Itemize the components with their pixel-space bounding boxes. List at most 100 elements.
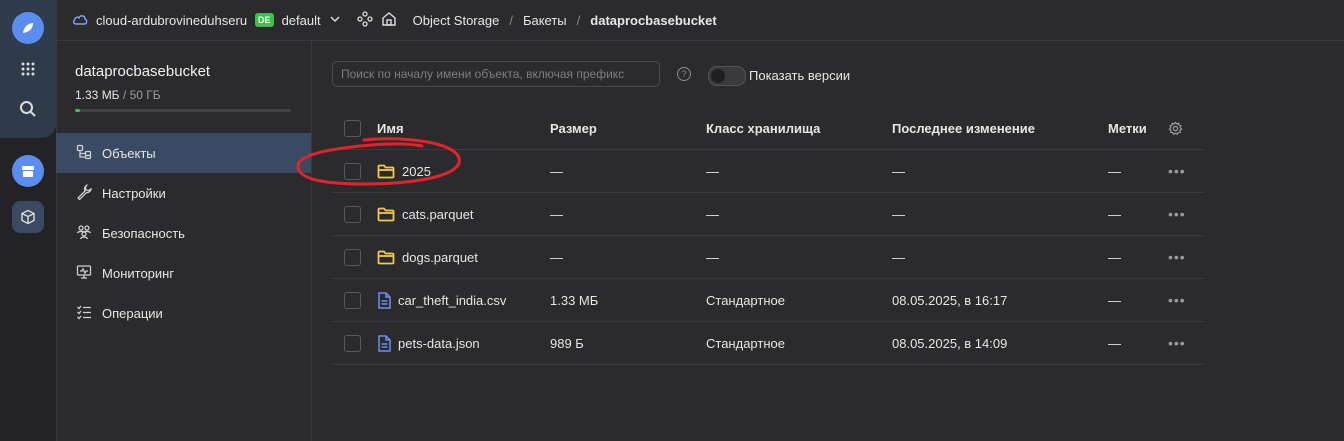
app-rail <box>0 0 57 441</box>
list-icon <box>76 304 92 323</box>
objects-main: ? Показать версии Имя Размер Класс храни… <box>312 41 1344 441</box>
row-name-cell[interactable]: cats.parquet <box>377 193 474 235</box>
row-actions-menu-icon[interactable]: ••• <box>1168 279 1186 321</box>
top-bar: cloud-ardubrovineduhseru DE default Obje… <box>56 0 1344 41</box>
services-grid-icon[interactable] <box>12 53 44 85</box>
bucket-title: dataprocbasebucket <box>75 63 211 80</box>
sidebar-item-operations[interactable]: Операции <box>56 293 311 333</box>
table-body: 2025 — — — — ••• cats.parquet — — — — ••• dogs.parqu… <box>332 150 1204 365</box>
object-name[interactable]: dogs.parquet <box>402 250 478 265</box>
row-actions-menu-icon[interactable]: ••• <box>1168 193 1186 235</box>
object-search-input[interactable] <box>332 61 660 87</box>
breadcrumb-separator: / <box>509 12 513 28</box>
breadcrumb-separator: / <box>576 12 581 28</box>
sidebar-item-label: Операции <box>102 305 163 321</box>
folder-icon <box>377 164 395 179</box>
cloud-name[interactable]: cloud-ardubrovineduhseru <box>96 13 247 28</box>
storage-service-icon[interactable] <box>12 155 44 187</box>
row-name-cell[interactable]: car_theft_india.csv <box>377 279 506 321</box>
row-name-cell[interactable]: 2025 <box>377 150 431 192</box>
table-row[interactable]: dogs.parquet — — — — ••• <box>332 236 1204 279</box>
row-checkbox[interactable] <box>344 248 361 266</box>
wrench-icon <box>76 183 92 203</box>
object-modified: 08.05.2025, в 16:17 <box>892 292 1008 308</box>
header-modified[interactable]: Последнее изменение <box>892 108 1035 149</box>
object-modified: 08.05.2025, в 14:09 <box>892 335 1008 351</box>
row-actions-menu-icon[interactable]: ••• <box>1168 150 1186 192</box>
search-icon[interactable] <box>12 93 44 125</box>
folder-badge: DE <box>255 13 274 27</box>
sidebar-item-label: Настройки <box>102 185 166 201</box>
chevron-down-icon[interactable] <box>329 13 341 28</box>
show-versions-label: Показать версии <box>749 68 851 83</box>
object-storage-class: — <box>706 163 719 179</box>
cloud-icon <box>72 13 88 28</box>
table-row[interactable]: car_theft_india.csv 1.33 МБ Стандартное 08.… <box>332 279 1204 322</box>
header-size[interactable]: Размер <box>550 108 597 149</box>
sidebar-item-label: Безопасность <box>102 225 185 241</box>
object-tags: — <box>1108 249 1121 265</box>
object-size: — <box>550 249 563 265</box>
header-class[interactable]: Класс хранилища <box>706 108 820 149</box>
row-checkbox[interactable] <box>344 291 361 309</box>
header-checkbox-cell <box>344 108 361 149</box>
sidebar-item-monitoring[interactable]: Мониторинг <box>56 253 311 293</box>
breadcrumb-buckets[interactable]: Бакеты <box>523 13 567 28</box>
breadcrumb-object-storage[interactable]: Object Storage <box>413 13 500 28</box>
sidebar-item-label: Объекты <box>102 145 156 161</box>
row-actions-menu-icon[interactable]: ••• <box>1168 322 1186 364</box>
usage-limit: / 50 ГБ <box>122 88 161 102</box>
object-name[interactable]: pets-data.json <box>398 336 480 351</box>
object-tags: — <box>1108 335 1121 351</box>
row-name-cell[interactable]: dogs.parquet <box>377 236 478 278</box>
row-name-cell[interactable]: pets-data.json <box>377 322 480 364</box>
sidebar-item-security[interactable]: Безопасность <box>56 213 311 253</box>
bucket-usage: 1.33 МБ / 50 ГБ <box>75 88 161 102</box>
row-checkbox-cell <box>344 193 361 235</box>
file-icon <box>377 291 391 309</box>
monitor-icon <box>76 264 92 283</box>
service-nodes-icon[interactable] <box>356 10 373 30</box>
help-icon[interactable]: ? <box>677 67 691 81</box>
sidebar-item-objects[interactable]: Объекты <box>56 133 311 173</box>
row-checkbox-cell <box>344 322 361 364</box>
cloud-logo-icon[interactable] <box>12 12 44 44</box>
home-icon[interactable] <box>381 11 397 30</box>
object-modified: — <box>892 206 905 222</box>
row-checkbox[interactable] <box>344 162 361 180</box>
object-name[interactable]: 2025 <box>402 164 431 179</box>
objects-icon <box>76 144 92 163</box>
object-size: — <box>550 206 563 222</box>
bucket-cube-icon[interactable] <box>12 201 44 233</box>
select-all-checkbox[interactable] <box>344 120 361 137</box>
row-checkbox-cell <box>344 236 361 278</box>
toggle-knob <box>711 69 725 83</box>
table-row[interactable]: pets-data.json 989 Б Стандартное 08.05.2025… <box>332 322 1204 365</box>
usage-progress-fill <box>75 109 81 112</box>
column-settings-icon[interactable] <box>1168 108 1183 149</box>
objects-table: Имя Размер Класс хранилища Последнее изм… <box>332 108 1204 365</box>
table-row[interactable]: cats.parquet — — — — ••• <box>332 193 1204 236</box>
header-name[interactable]: Имя <box>377 108 404 149</box>
folder-name[interactable]: default <box>282 13 321 28</box>
row-checkbox[interactable] <box>344 205 361 223</box>
object-size: 1.33 МБ <box>550 292 599 308</box>
object-tags: — <box>1108 292 1121 308</box>
sidebar-item-settings[interactable]: Настройки <box>56 173 311 213</box>
users-icon <box>76 224 92 243</box>
object-name[interactable]: cats.parquet <box>402 207 474 222</box>
object-size: — <box>550 163 563 179</box>
usage-value: 1.33 МБ <box>75 88 120 102</box>
object-name[interactable]: car_theft_india.csv <box>398 293 506 308</box>
object-modified: — <box>892 163 905 179</box>
usage-progress-bar <box>75 109 291 112</box>
show-versions-toggle[interactable] <box>708 66 746 86</box>
object-storage-class: — <box>706 206 719 222</box>
sidebar-item-label: Мониторинг <box>102 265 175 281</box>
object-tags: — <box>1108 206 1121 222</box>
folder-icon <box>377 250 395 265</box>
breadcrumb-current-bucket: dataprocbasebucket <box>590 12 717 28</box>
row-checkbox[interactable] <box>344 334 361 352</box>
table-row[interactable]: 2025 — — — — ••• <box>332 150 1204 193</box>
row-actions-menu-icon[interactable]: ••• <box>1168 236 1186 278</box>
